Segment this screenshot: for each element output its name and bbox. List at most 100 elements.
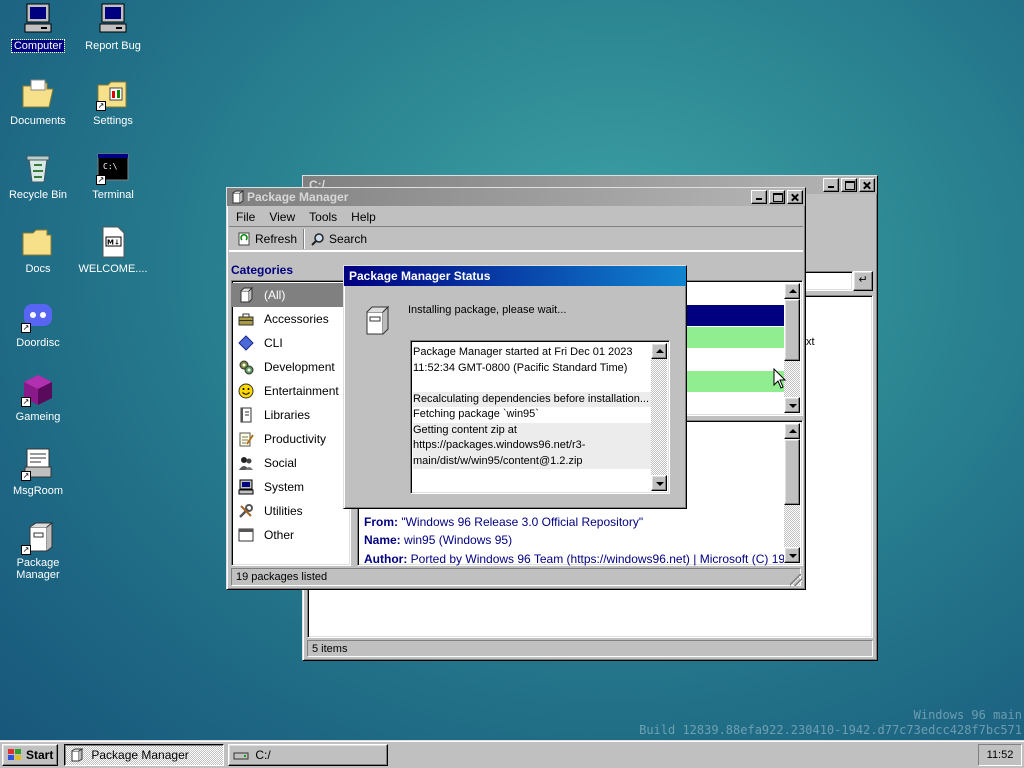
- book-icon: [238, 407, 254, 423]
- scroll-up-button[interactable]: [784, 283, 800, 299]
- scroll-thumb[interactable]: [784, 439, 800, 505]
- desktop-icon-computer[interactable]: Computer: [0, 2, 78, 53]
- category-label: Accessories: [264, 312, 329, 326]
- desktop-icon-report-bug[interactable]: Report Bug: [73, 2, 153, 52]
- detail-name: Name: win95 (Windows 95): [364, 533, 513, 547]
- category-utilities[interactable]: Utilities: [232, 499, 350, 523]
- start-button[interactable]: Start: [2, 743, 59, 766]
- close-button[interactable]: [859, 178, 875, 192]
- desktop-icon-docs[interactable]: Docs: [0, 225, 78, 275]
- log-line: https://packages.windows96.net/r3-: [413, 438, 651, 454]
- status-dialog[interactable]: Package Manager Status Installing packag…: [343, 265, 687, 509]
- resize-grip-icon[interactable]: [790, 574, 802, 586]
- category-development[interactable]: Development: [232, 355, 350, 379]
- desktop-icon-welcome[interactable]: M↓ WELCOME....: [73, 225, 153, 275]
- category-label: Social: [264, 456, 297, 470]
- gears-icon: [238, 359, 254, 375]
- smiley-icon: [238, 383, 254, 399]
- desktop-icon-settings[interactable]: ↗ Settings: [73, 77, 153, 127]
- category-label: Productivity: [264, 432, 327, 446]
- category-productivity[interactable]: Productivity: [232, 427, 350, 451]
- start-label: Start: [26, 747, 54, 762]
- desktop-icon-terminal[interactable]: C:\ ↗ Terminal: [73, 151, 153, 201]
- scroll-down-button[interactable]: [651, 475, 667, 491]
- msgroom-icon: ↗: [21, 447, 55, 481]
- log-line: Getting content zip at: [413, 422, 651, 438]
- category-list: (All) Accessories CLI Development Entert…: [231, 280, 351, 566]
- window-icon: [238, 527, 254, 543]
- menubar: File View Tools Help: [227, 206, 805, 226]
- cube-icon: ↗: [21, 373, 55, 407]
- minimize-button[interactable]: [751, 190, 767, 204]
- category-system[interactable]: System: [232, 475, 350, 499]
- close-button[interactable]: [787, 190, 803, 204]
- desktop-icon-gameing[interactable]: ↗ Gameing: [0, 373, 78, 423]
- desktop-icon-recycle-bin[interactable]: Recycle Bin: [0, 151, 78, 201]
- toolbox-icon: [238, 311, 254, 327]
- category-libraries[interactable]: Libraries: [232, 403, 350, 427]
- package-list-scrollbar[interactable]: [784, 283, 800, 413]
- search-button[interactable]: Search: [307, 230, 371, 248]
- status-dialog-titlebar[interactable]: Package Manager Status: [344, 266, 686, 286]
- maximize-button[interactable]: [769, 190, 785, 204]
- category-social[interactable]: Social: [232, 451, 350, 475]
- menu-view[interactable]: View: [262, 209, 302, 225]
- system-tray-clock[interactable]: 11:52: [978, 743, 1022, 766]
- recycle-bin-icon: [21, 151, 55, 185]
- scroll-up-button[interactable]: [651, 343, 667, 359]
- package-icon: [362, 304, 392, 336]
- scroll-down-button[interactable]: [784, 547, 800, 563]
- desktop-icon-package-manager[interactable]: ↗ Package Manager: [0, 521, 78, 581]
- menu-tools[interactable]: Tools: [302, 209, 344, 225]
- desktop-icon-documents[interactable]: Documents: [0, 77, 78, 127]
- log-scrollbar[interactable]: [651, 343, 667, 491]
- svg-text:C:\: C:\: [103, 162, 118, 171]
- desktop-icon-msgroom[interactable]: ↗ MsgRoom: [0, 447, 78, 497]
- minimize-button[interactable]: [823, 178, 839, 192]
- refresh-button[interactable]: Refresh: [233, 230, 301, 248]
- document-pen-icon: [238, 431, 254, 447]
- category-entertainment[interactable]: Entertainment: [232, 379, 350, 403]
- go-button[interactable]: ↵: [853, 271, 873, 291]
- explorer-file-label: xt: [806, 336, 815, 348]
- package-manager-titlebar[interactable]: Package Manager: [227, 188, 805, 206]
- package-icon: [238, 286, 254, 303]
- category-all[interactable]: (All): [232, 283, 350, 307]
- drive-icon: [233, 748, 249, 762]
- discord-icon: ↗: [21, 299, 55, 333]
- markdown-file-icon: M↓: [96, 225, 130, 259]
- details-scrollbar[interactable]: [784, 423, 800, 563]
- package-icon: [230, 190, 245, 204]
- refresh-label: Refresh: [255, 232, 298, 246]
- taskbar-item-package-manager[interactable]: Package Manager: [64, 743, 225, 766]
- taskbar-item-c-drive[interactable]: C:/: [228, 743, 389, 766]
- menu-help[interactable]: Help: [344, 209, 383, 225]
- settings-folder-icon: ↗: [96, 77, 130, 111]
- folder-icon: [21, 77, 55, 111]
- status-log[interactable]: Package Manager started at Fri Dec 01 20…: [410, 340, 670, 494]
- build-watermark-line1: Windows 96 main: [913, 708, 1022, 722]
- toolbar: Refresh Search: [229, 226, 803, 252]
- scroll-thumb[interactable]: [784, 299, 800, 361]
- monitor-icon: [238, 479, 254, 495]
- desktop-icon-doordisc[interactable]: ↗ Doordisc: [0, 299, 78, 349]
- log-line: main/dist/w/win95/content@1.2.zip: [413, 453, 651, 469]
- category-other[interactable]: Other: [232, 523, 350, 547]
- categories-title: Categories: [231, 263, 294, 277]
- taskbar-item-label: Package Manager: [91, 747, 189, 762]
- category-cli[interactable]: CLI: [232, 331, 350, 355]
- maximize-button[interactable]: [841, 178, 857, 192]
- scroll-up-button[interactable]: [784, 423, 800, 439]
- toolbar-separator: [303, 229, 306, 249]
- explorer-address-bar[interactable]: [803, 271, 853, 291]
- category-accessories[interactable]: Accessories: [232, 307, 350, 331]
- menu-file[interactable]: File: [229, 209, 262, 225]
- status-dialog-title: Package Manager Status: [349, 269, 491, 283]
- category-label: Entertainment: [264, 384, 339, 398]
- package-manager-title: Package Manager: [247, 190, 349, 204]
- search-icon: [311, 232, 325, 246]
- category-label: (All): [264, 288, 286, 302]
- package-count-status: 19 packages listed: [231, 568, 801, 586]
- shortcut-arrow-icon: ↗: [96, 175, 106, 185]
- scroll-down-button[interactable]: [784, 397, 800, 413]
